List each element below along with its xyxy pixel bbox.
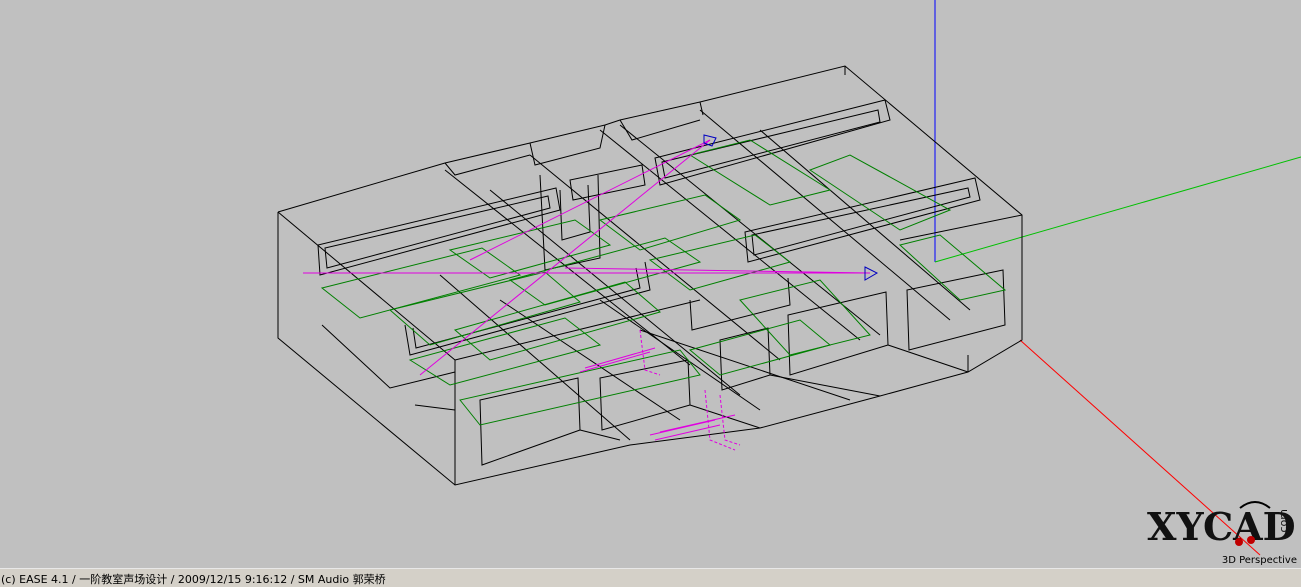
logo-text: XYCAD — [1147, 504, 1296, 549]
y-axis — [934, 156, 1301, 263]
status-bar-text: (c) EASE 4.1 / 一阶教室声场设计 / 2009/12/15 9:1… — [1, 573, 386, 586]
logo-suffix: .com — [1277, 509, 1290, 536]
audience-areas — [320, 139, 1007, 426]
status-bar: (c) EASE 4.1 / 一阶教室声场设计 / 2009/12/15 9:1… — [0, 568, 1301, 587]
view-mode-label: 3D Perspective — [1221, 555, 1297, 566]
3d-viewport[interactable]: XYCAD .com 3D Perspective — [0, 0, 1301, 568]
xycad-logo: XYCAD .com — [1147, 501, 1296, 549]
room-model-wireframe[interactable] — [0, 0, 1301, 568]
speaker-rays — [303, 139, 871, 451]
